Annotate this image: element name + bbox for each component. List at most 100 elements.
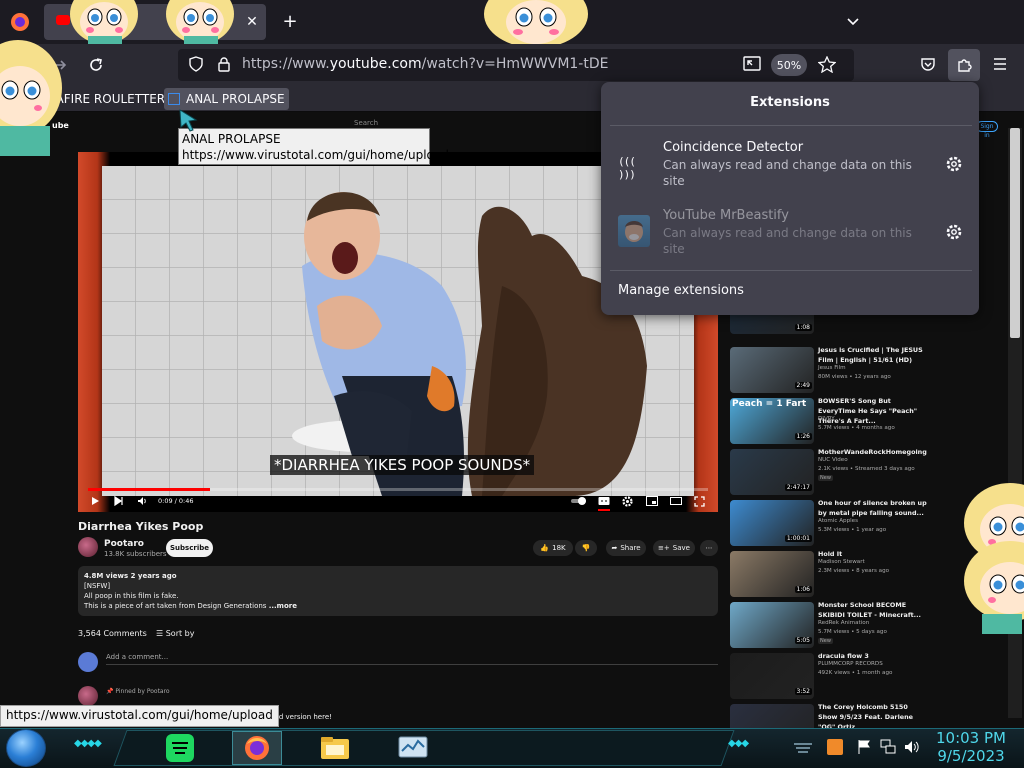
sort-by-button[interactable]: ☰ Sort by (156, 629, 194, 638)
youtube-signin-button[interactable]: Sign in (976, 121, 998, 139)
extension-name: Coincidence Detector (663, 140, 804, 155)
recommendation-title[interactable]: Hold It (818, 549, 928, 559)
theater-mode-icon[interactable] (670, 494, 682, 508)
taskbar-spotify-button[interactable] (155, 731, 205, 765)
recommendation-title[interactable]: Monster School BECOME SKIBIDI TOILET - M… (818, 600, 928, 620)
new-tab-button[interactable]: + (280, 12, 300, 32)
firefox-menu-icon[interactable] (10, 12, 30, 32)
add-comment-input[interactable]: Add a comment... (106, 653, 168, 661)
channel-name[interactable]: Pootaro (104, 539, 144, 549)
manage-extensions-button[interactable]: Manage extensions (618, 283, 744, 298)
recommendation-title[interactable]: MotherWandeRockHomegoing (818, 447, 928, 457)
user-avatar (78, 652, 98, 672)
recommendation-meta: 5.3M views • 1 year ago (818, 527, 887, 533)
pocket-icon[interactable] (920, 56, 936, 72)
description-text: This is a piece of art taken from Design… (84, 602, 267, 610)
network-icon[interactable] (880, 739, 896, 755)
extension-settings-gear-icon[interactable] (945, 155, 963, 173)
url-text[interactable]: https://www.youtube.com/watch?v=HmWWVM1-… (242, 56, 608, 72)
show-hidden-icons-chevron-icon[interactable] (792, 740, 814, 754)
recommendation-title[interactable]: One hour of silence broken up by metal p… (818, 498, 928, 518)
url-path: /watch?v=HmWWVM1-tDE (421, 56, 609, 72)
clock-date: 9/5/2023 (937, 747, 1005, 765)
pin-icon: 📌 (106, 688, 116, 695)
echo-parentheses-icon: ((( ))) (618, 155, 636, 181)
start-orb-button[interactable] (6, 729, 46, 767)
tooltip-title: ANAL PROLAPSE (182, 132, 281, 146)
url-scheme: https://www. (242, 56, 330, 72)
bookmark-tooltip: ANAL PROLAPSE https://www.virustotal.com… (178, 128, 449, 165)
app-menu-hamburger-icon[interactable] (992, 56, 1008, 72)
recommendation-channel[interactable]: PLUMMCORP RECORDS (818, 661, 883, 667)
lock-icon[interactable] (216, 56, 232, 72)
more-link[interactable]: ...more (269, 602, 297, 610)
video-duration: 1:08 (794, 324, 812, 331)
video-duration: 2:47:17 (784, 484, 812, 491)
like-button[interactable]: 👍 18K (533, 540, 573, 556)
channel-subscribers: 13.8K subscribers (104, 550, 167, 558)
channel-avatar[interactable] (78, 537, 98, 557)
save-plus-icon: ≡+ (658, 544, 670, 552)
tray-app-icon[interactable] (827, 739, 843, 755)
taskbar-clock[interactable]: 10:03 PM 9/5/2023 (935, 729, 1007, 765)
recommendation-title[interactable]: dracula flow 3 (818, 651, 928, 661)
recommendation-channel[interactable]: NUC Video (818, 457, 848, 463)
save-button[interactable]: ≡+ Save (653, 540, 695, 556)
thumbs-up-icon: 👍 (540, 544, 550, 552)
zoom-level-button[interactable]: 50% (771, 54, 807, 76)
video-time: 0:09 / 0:46 (158, 497, 194, 505)
share-button[interactable]: ➦ Share (606, 540, 646, 556)
fullscreen-icon[interactable] (694, 494, 705, 508)
action-center-flag-icon[interactable] (856, 739, 872, 755)
play-icon[interactable] (90, 494, 100, 508)
tracking-protection-shield-icon[interactable] (188, 56, 204, 72)
dislike-button[interactable]: 👎 (575, 540, 597, 556)
volume-icon[interactable] (137, 494, 147, 508)
bookmark-item[interactable]: IAFIRE ROULETTER (52, 88, 165, 110)
volume-speaker-icon[interactable] (904, 739, 920, 755)
video-title: Diarrhea Yikes Poop (78, 520, 204, 533)
commenter-avatar[interactable] (78, 686, 98, 706)
video-duration: 2:49 (794, 382, 812, 389)
recommendation-meta: 80M views • 12 years ago (818, 374, 891, 380)
more-actions-button[interactable]: ⋯ (700, 540, 718, 556)
taskbar-decoration: ◆◆◆◆ (74, 738, 102, 749)
reload-button[interactable] (80, 49, 112, 81)
taskbar-task-manager-button[interactable] (388, 731, 438, 765)
recommendation-channel[interactable]: RedRek Animation (818, 620, 869, 626)
subtitles-active-underline (598, 509, 610, 511)
recommendation-channel[interactable]: DJVRY (818, 416, 835, 422)
video-duration: 1:26 (794, 433, 812, 440)
subtitles-icon[interactable] (598, 494, 610, 508)
settings-gear-icon[interactable] (622, 494, 633, 508)
recommendation-channel[interactable]: Atomic Apples (818, 518, 858, 524)
mrbeast-face-icon (618, 215, 650, 247)
extension-permission: Can always read and change data on this … (663, 158, 912, 188)
recommendation-channel[interactable]: Jesus Film (818, 365, 846, 371)
taskbar-file-explorer-button[interactable] (310, 731, 360, 765)
extensions-panel (601, 82, 979, 315)
recommendation-channel[interactable]: Madison Stewart (818, 559, 865, 565)
like-count: 18K (552, 544, 566, 552)
next-video-icon[interactable] (114, 494, 124, 508)
pinned-label: 📌 Pinned by Pootaro (106, 688, 170, 695)
extensions-button[interactable] (948, 49, 980, 81)
miniplayer-icon[interactable] (646, 494, 658, 508)
share-label: Share (620, 544, 641, 552)
star-butterfly-sticker (64, 0, 248, 46)
extensions-panel-heading: Extensions (750, 95, 830, 110)
star-butterfly-sticker (0, 38, 62, 156)
bookmark-item-hovered[interactable]: ANAL PROLAPSE (164, 88, 289, 110)
extension-settings-gear-icon[interactable] (945, 223, 963, 241)
pinned-text: Pinned by Pootaro (115, 688, 170, 695)
video-duration: 3:52 (794, 688, 812, 695)
taskbar-decoration: ◆◆◆ (728, 738, 749, 749)
page-scrollbar-thumb[interactable] (1010, 128, 1020, 338)
recommendation-title[interactable]: Jesus is Crucified | The JESUS Film | En… (818, 345, 928, 365)
picture-in-picture-icon[interactable] (743, 56, 761, 72)
taskbar-firefox-button[interactable] (232, 731, 282, 765)
autoplay-toggle[interactable] (570, 494, 588, 508)
subscribe-button[interactable]: Subscribe (166, 539, 213, 557)
bookmark-star-icon[interactable] (818, 56, 836, 73)
list-all-tabs-icon[interactable] (845, 14, 861, 30)
